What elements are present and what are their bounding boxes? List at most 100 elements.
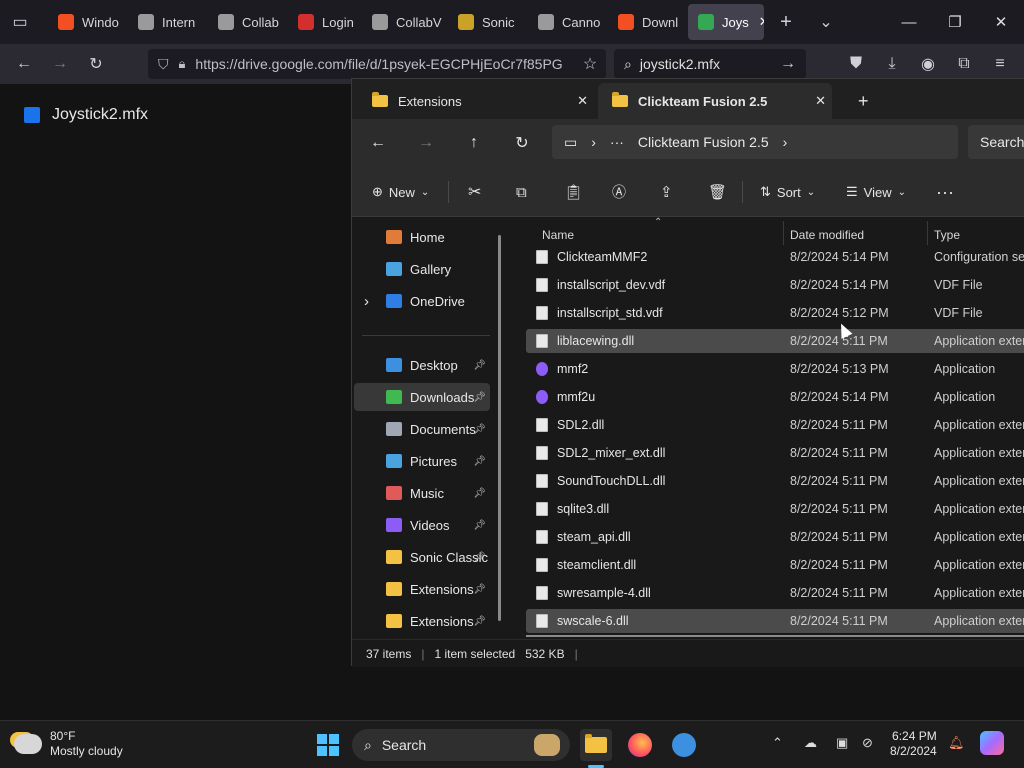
col-divider[interactable] <box>783 221 784 245</box>
file-explorer-taskbar-icon[interactable] <box>580 729 612 761</box>
shield-icon[interactable]: ⛉ <box>158 56 169 73</box>
weather-widget[interactable]: 80°F Mostly cloudy <box>14 729 123 759</box>
maximize-button[interactable]: ❐ <box>932 0 978 44</box>
file-row[interactable]: steamclient.dll 8/2/2024 5:11 PM Applicati… <box>526 553 1024 577</box>
horizontal-scrollbar[interactable] <box>526 635 1024 637</box>
file-row[interactable]: SDL2.dll 8/2/2024 5:11 PM Application exte… <box>526 413 1024 437</box>
bookmark-star-icon[interactable]: ☆ <box>576 50 604 78</box>
file-row[interactable]: installscript_dev.vdf 8/2/2024 5:14 PM VDF… <box>526 273 1024 297</box>
back-button[interactable]: ← <box>10 50 38 78</box>
explorer-new-tab-button[interactable]: + <box>844 83 883 119</box>
account-icon[interactable]: ◉ <box>914 50 942 78</box>
chevron-right-icon[interactable]: › <box>783 134 788 150</box>
network-icon[interactable]: ☁ <box>804 735 817 751</box>
browser-tab[interactable]: Login <box>288 4 356 40</box>
file-row[interactable]: sqlite3.dll 8/2/2024 5:11 PM Application e… <box>526 497 1024 521</box>
copy-icon[interactable]: ⧉ <box>516 177 527 207</box>
nav-item[interactable]: Documents 📌︎ <box>354 415 490 443</box>
notification-bell-icon[interactable]: 🔔︎ <box>948 735 965 751</box>
more-options-icon[interactable]: ··· <box>936 177 954 207</box>
expand-chevron-icon[interactable]: › <box>364 293 369 310</box>
browser-tab[interactable]: Joys ✕ <box>688 4 764 40</box>
column-header-name[interactable]: Name <box>542 223 574 247</box>
close-tab-icon[interactable]: ✕ <box>815 93 826 109</box>
breadcrumb-current[interactable]: Clickteam Fusion 2.5 <box>638 134 769 150</box>
paste-icon[interactable]: 📋︎ <box>564 177 583 207</box>
nav-item[interactable]: Home <box>354 223 490 251</box>
explorer-forward-button[interactable]: → <box>412 129 440 157</box>
rename-icon[interactable]: Ⓐ <box>612 177 626 207</box>
file-row[interactable]: ClickteamMMF2 8/2/2024 5:14 PM Configurati… <box>526 245 1024 269</box>
copilot-icon[interactable] <box>980 731 1004 755</box>
forward-button[interactable]: → <box>46 50 74 78</box>
share-icon[interactable]: ⇪ <box>660 177 673 207</box>
tab-list-icon[interactable]: ▭ <box>6 8 34 36</box>
nav-item[interactable]: Desktop 📌︎ <box>354 351 490 379</box>
nav-item[interactable]: Videos 📌︎ <box>354 511 490 539</box>
browser-tab[interactable]: Downl <box>608 4 682 40</box>
file-row[interactable]: SDL2_mixer_ext.dll 8/2/2024 5:11 PM Applic… <box>526 441 1024 465</box>
nav-item[interactable]: Sonic Classic 📌︎ <box>354 543 490 571</box>
nav-scrollbar[interactable] <box>498 235 501 621</box>
browser-tab[interactable]: Canno <box>528 4 602 40</box>
breadcrumb[interactable]: ▭ › ··· Clickteam Fusion 2.5 › <box>552 125 958 159</box>
file-row[interactable]: liblacewing.dll 8/2/2024 5:11 PM Applicati… <box>526 329 1024 353</box>
explorer-back-button[interactable]: ← <box>364 129 392 157</box>
file-row[interactable]: swresample-4.dll 8/2/2024 5:11 PM Applicat… <box>526 581 1024 605</box>
browser-tab[interactable]: Windo <box>48 4 122 40</box>
new-button[interactable]: ⊕ New ⌄ <box>372 177 429 207</box>
nav-item[interactable]: Music 📌︎ <box>354 479 490 507</box>
search-go-icon[interactable]: → <box>774 50 802 78</box>
file-row[interactable]: mmf2u 8/2/2024 5:14 PM Application <box>526 385 1024 409</box>
close-tab-icon[interactable]: ✕ <box>759 14 764 30</box>
close-tab-icon[interactable]: ✕ <box>577 93 588 109</box>
nav-item[interactable]: OneDrive › <box>354 287 490 315</box>
explorer-refresh-button[interactable]: ↻ <box>508 129 536 157</box>
browser-tab[interactable]: Intern <box>128 4 202 40</box>
more-locations-icon[interactable]: ··· <box>610 134 624 150</box>
close-window-button[interactable]: ✕ <box>978 0 1024 44</box>
tab-overflow-chevron-icon[interactable]: ⌄ <box>812 8 840 36</box>
nav-item[interactable]: Extensions 📌︎ <box>354 575 490 603</box>
start-button[interactable] <box>312 729 344 761</box>
explorer-tab-extensions[interactable]: Extensions ✕ <box>358 83 594 119</box>
taskbar-search[interactable]: ⌕ Search <box>352 729 570 761</box>
explorer-up-button[interactable]: ↑ <box>460 129 488 157</box>
explorer-tab-clickteam[interactable]: Clickteam Fusion 2.5 ✕ <box>598 83 832 119</box>
file-row[interactable]: SoundTouchDLL.dll 8/2/2024 5:11 PM Applica… <box>526 469 1024 493</box>
delete-icon[interactable]: 🗑︎ <box>708 177 727 207</box>
clock[interactable]: 6:24 PM 8/2/2024 <box>890 729 937 759</box>
display-icon[interactable]: ▣ <box>836 735 848 751</box>
column-header-type[interactable]: Type <box>934 223 960 247</box>
nav-item[interactable]: Pictures 📌︎ <box>354 447 490 475</box>
new-tab-button[interactable]: + <box>772 8 800 36</box>
sort-button[interactable]: ⇅ Sort ⌄ <box>760 177 815 207</box>
file-row[interactable]: steam_api.dll 8/2/2024 5:11 PM Application… <box>526 525 1024 549</box>
nav-item[interactable]: Gallery <box>354 255 490 283</box>
file-row[interactable]: installscript_std.vdf 8/2/2024 5:12 PM VDF… <box>526 301 1024 325</box>
browser-tab[interactable]: Collab <box>208 4 282 40</box>
firefox-icon[interactable] <box>624 729 656 761</box>
view-button[interactable]: ☰ View ⌄ <box>846 177 906 207</box>
browser-tab[interactable]: Sonic <box>448 4 522 40</box>
url-bar[interactable]: ⛉ 🔒︎ https://drive.google.com/file/d/1ps… <box>148 49 606 79</box>
nav-item[interactable]: Downloads 📌︎ <box>354 383 490 411</box>
column-header-date[interactable]: Date modified <box>790 223 864 247</box>
reload-button[interactable]: ↻ <box>82 50 110 78</box>
explorer-search-input[interactable]: Search <box>968 125 1024 159</box>
download-icon[interactable]: ⤓ <box>878 50 906 78</box>
file-row[interactable]: mmf2 8/2/2024 5:13 PM Application <box>526 357 1024 381</box>
qbittorrent-icon[interactable] <box>668 729 700 761</box>
pocket-icon[interactable]: ⛊ <box>842 50 870 78</box>
chevron-right-icon[interactable]: › <box>591 134 596 150</box>
volume-muted-icon[interactable]: ⊘ <box>862 735 873 751</box>
file-row[interactable]: swscale-6.dll 8/2/2024 5:11 PM Application… <box>526 609 1024 633</box>
col-divider[interactable] <box>927 221 928 245</box>
nav-item[interactable]: Extensions 📌︎ <box>354 607 490 635</box>
extensions-icon[interactable]: ⧉ <box>950 50 978 78</box>
menu-icon[interactable]: ≡ <box>986 50 1014 78</box>
cut-icon[interactable]: ✂ <box>468 177 481 207</box>
lock-icon[interactable]: 🔒︎ <box>179 56 186 72</box>
browser-tab[interactable]: CollabVM <box>362 4 442 40</box>
tray-overflow-icon[interactable]: ⌃ <box>772 735 783 751</box>
